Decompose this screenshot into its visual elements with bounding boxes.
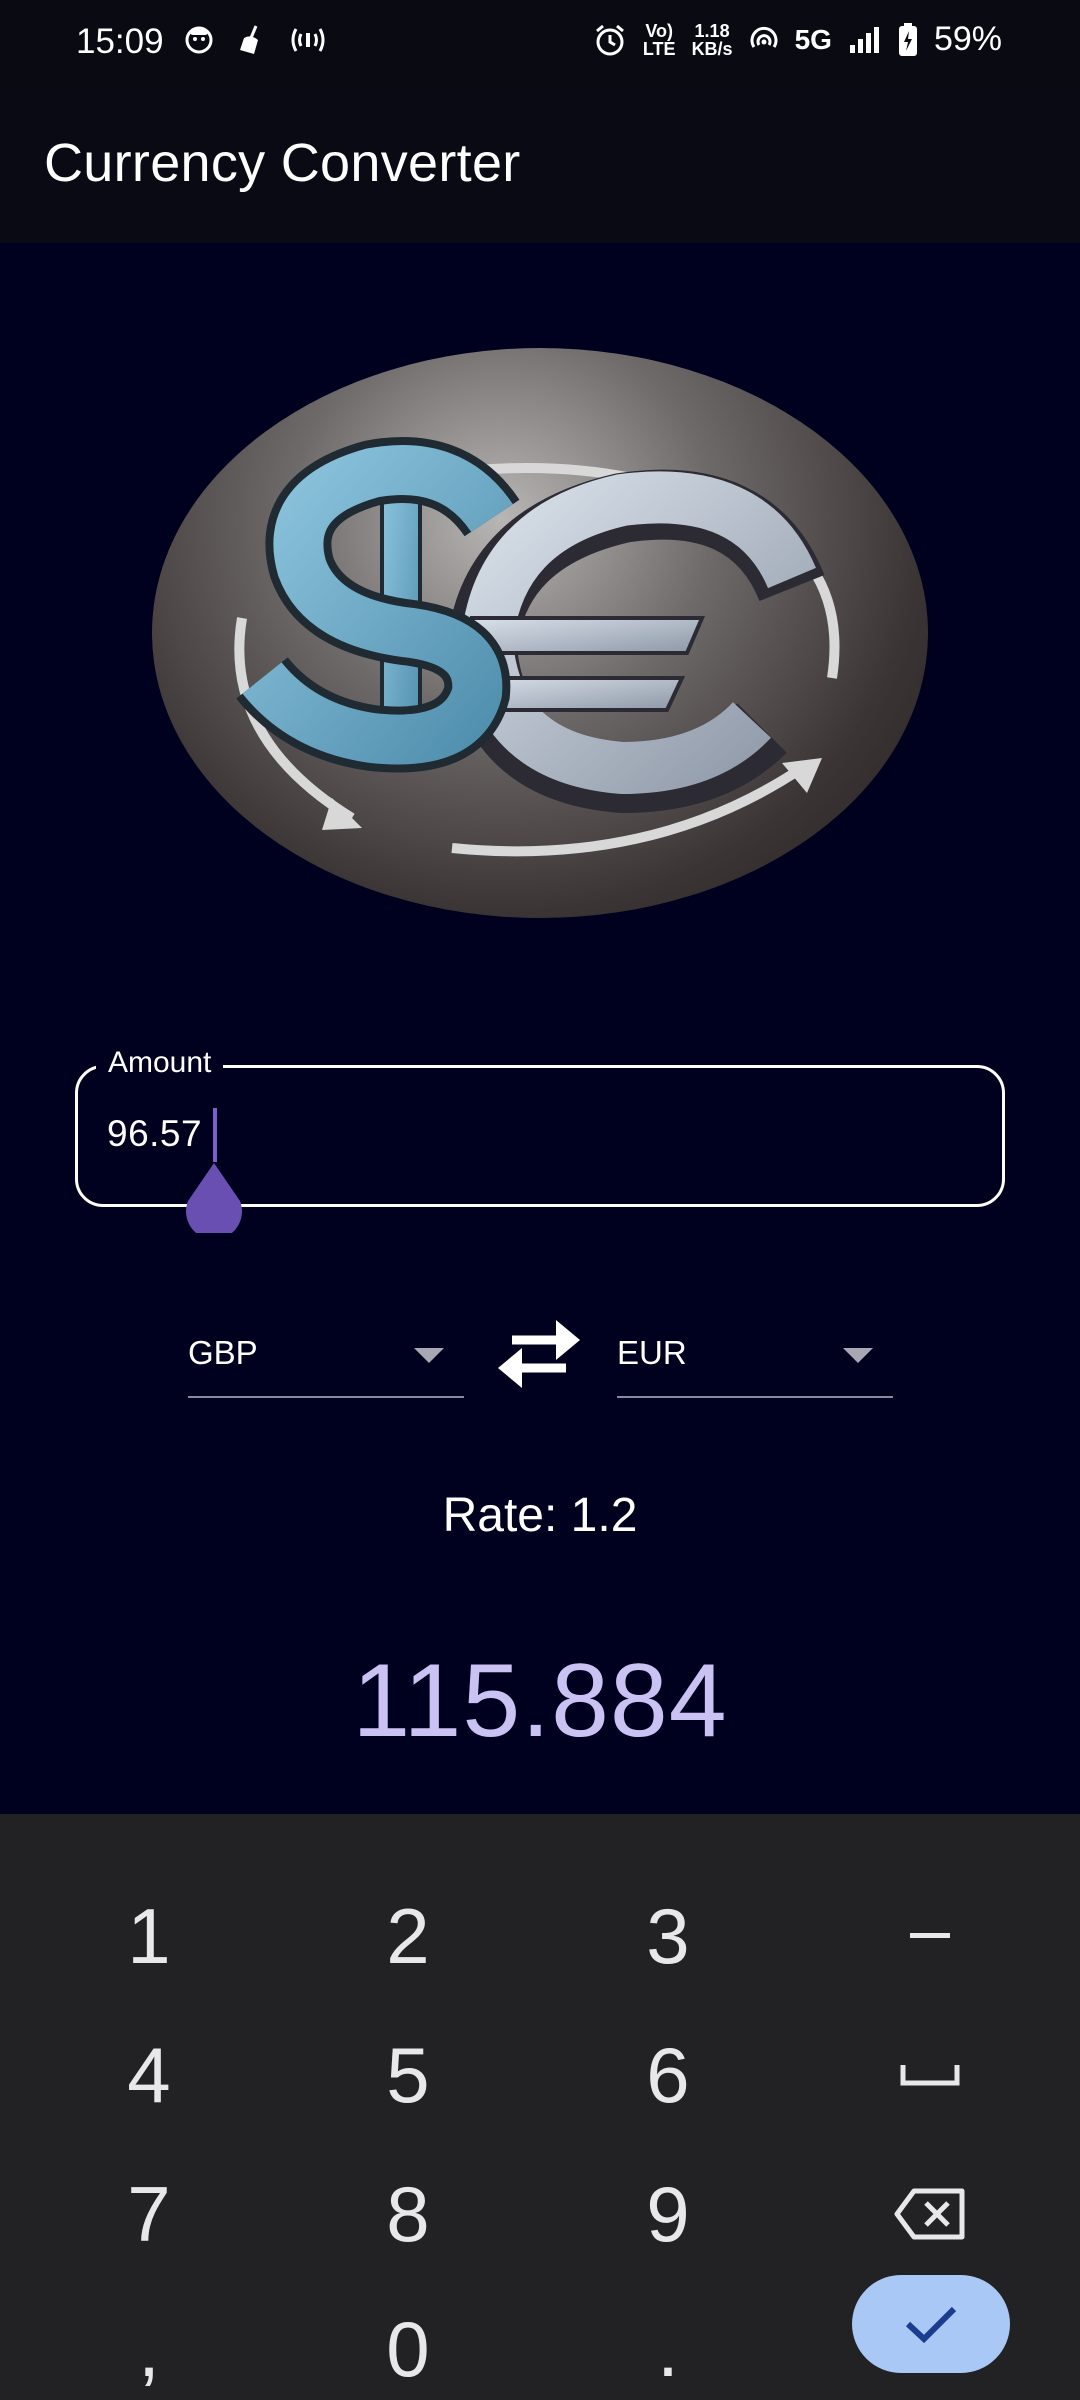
- key-1[interactable]: 1: [49, 1871, 249, 2001]
- volte-top-text: Vo): [645, 20, 674, 41]
- space-icon: [900, 2065, 960, 2086]
- key-9[interactable]: 9: [568, 2149, 768, 2279]
- app-title: Currency Converter: [44, 133, 521, 193]
- volte-bottom-text: LTE: [642, 38, 676, 59]
- dropdown-arrow-icon: [843, 1348, 873, 1363]
- key-minus[interactable]: [830, 1871, 1030, 2001]
- network-speed-unit: KB/s: [691, 38, 733, 59]
- swap-arrows-icon[interactable]: [496, 1318, 582, 1388]
- dollar-euro-exchange-illustration: [234, 437, 840, 857]
- status-time: 15:09: [76, 22, 164, 61]
- network-type: 5G: [794, 23, 832, 55]
- battery-charging-icon: [898, 22, 917, 56]
- checkmark-icon: [905, 2306, 957, 2344]
- cursor-handle[interactable]: [184, 1163, 244, 1233]
- battery-percentage: 59%: [933, 20, 1002, 58]
- key-0[interactable]: 0: [308, 2284, 508, 2400]
- key-3[interactable]: 3: [568, 1871, 768, 2001]
- volte-indicator: Vo) LTE: [643, 22, 676, 58]
- from-currency-dropdown[interactable]: GBP: [188, 1318, 464, 1398]
- exchange-rate-text: Rate: 1.2: [442, 1489, 638, 1542]
- app-bar: Currency Converter: [0, 88, 1080, 243]
- to-currency-dropdown[interactable]: EUR: [617, 1318, 893, 1398]
- currency-exchange-image: [152, 348, 928, 918]
- key-6[interactable]: 6: [568, 2010, 768, 2140]
- done-button[interactable]: [852, 2275, 1010, 2373]
- network-speed: 1.18 KB/s: [692, 22, 733, 58]
- key-2[interactable]: 2: [308, 1871, 508, 2001]
- signal-strength-icon: [849, 26, 879, 53]
- converted-result: 115.884: [352, 1643, 728, 1759]
- key-8[interactable]: 8: [308, 2149, 508, 2279]
- network-speed-value: 1.18: [694, 20, 730, 41]
- key-4[interactable]: 4: [49, 2010, 249, 2140]
- broom-icon: [240, 25, 258, 54]
- to-currency-value: EUR: [617, 1334, 687, 1371]
- key-space[interactable]: [830, 2010, 1030, 2140]
- from-currency-value: GBP: [188, 1334, 258, 1371]
- key-backspace[interactable]: [830, 2149, 1030, 2279]
- smiley-notification-icon: [185, 26, 213, 54]
- status-bar: 15:09 Vo) LTE 1.18 KB/s 5G 59%: [0, 0, 1080, 88]
- key-7[interactable]: 7: [49, 2149, 249, 2279]
- status-system-icons: Vo) LTE 1.18 KB/s 5G 59%: [593, 20, 1002, 59]
- status-notification-icons: [184, 24, 328, 56]
- amount-value[interactable]: 96.57: [107, 1113, 202, 1155]
- key-period[interactable]: .: [568, 2284, 768, 2400]
- amount-label: Amount: [96, 1046, 224, 1080]
- hotspot-signal-icon: [291, 28, 325, 52]
- backspace-icon: [894, 2188, 965, 2240]
- minus-icon: [910, 1933, 950, 1938]
- alarm-icon: [595, 24, 624, 55]
- key-5[interactable]: 5: [308, 2010, 508, 2140]
- hotspot-icon: [750, 26, 778, 48]
- dropdown-arrow-icon: [414, 1348, 444, 1363]
- text-cursor: [213, 1108, 217, 1162]
- key-comma[interactable]: ,: [49, 2284, 249, 2400]
